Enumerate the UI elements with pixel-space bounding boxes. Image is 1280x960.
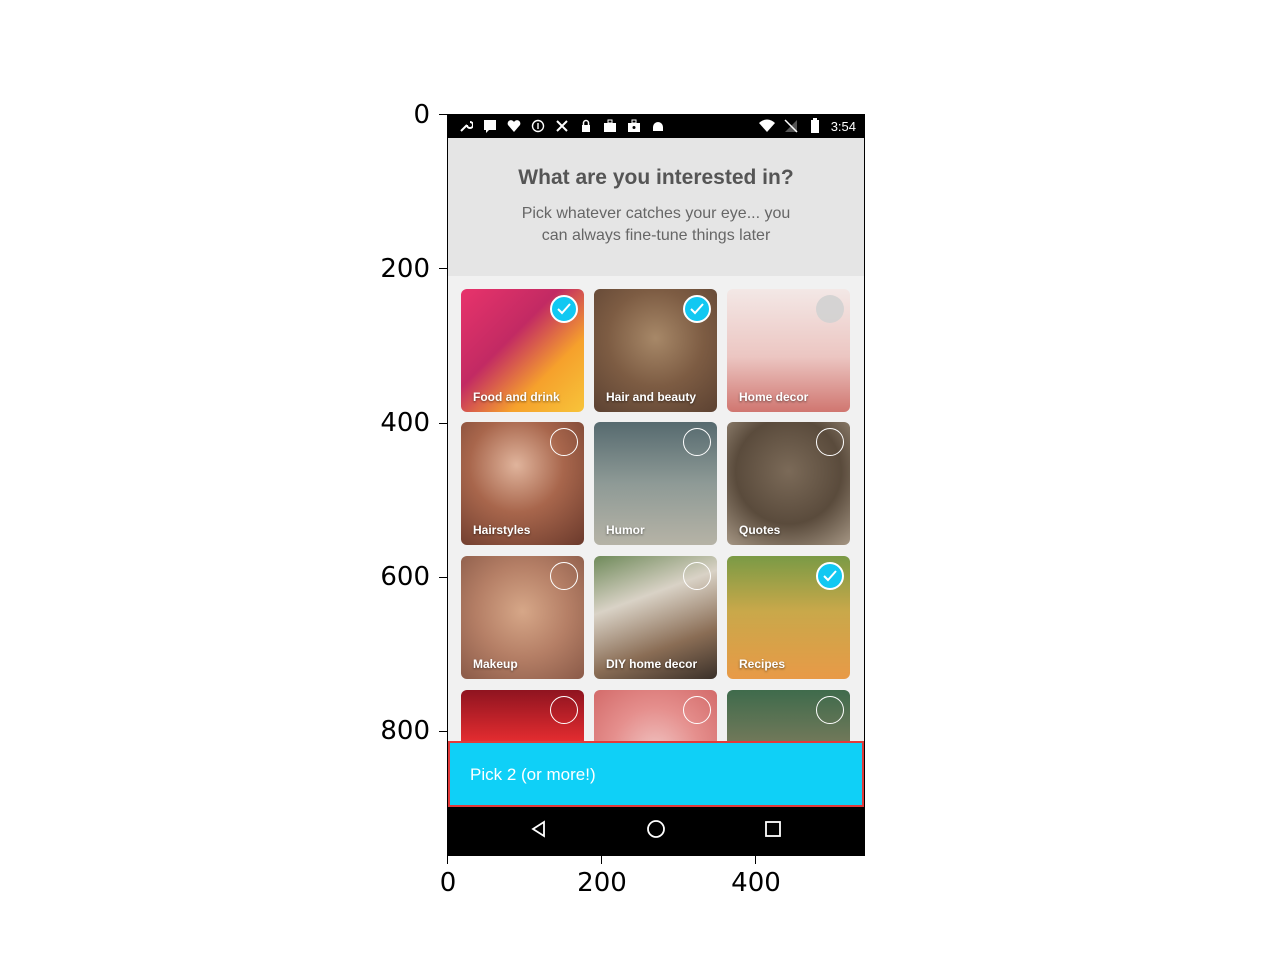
y-tick-label: 600 <box>380 562 430 592</box>
x-axis-tick-200 <box>601 856 602 864</box>
y-tick-label: 200 <box>380 254 430 284</box>
y-tick-label: 800 <box>380 716 430 746</box>
x-axis-tick-0 <box>447 856 448 864</box>
y-tick-label: 400 <box>380 408 430 438</box>
y-tick-label: 0 <box>413 100 430 130</box>
x-tick-label: 400 <box>731 868 781 898</box>
y-axis-tick-600 <box>439 577 447 578</box>
y-axis-tick-200 <box>439 268 447 269</box>
x-axis-tick-400 <box>755 856 756 864</box>
plot-frame <box>447 114 865 856</box>
y-axis-tick-400 <box>439 423 447 424</box>
x-tick-label: 0 <box>439 868 457 898</box>
y-axis-tick-800 <box>439 731 447 732</box>
y-axis-tick-0 <box>439 114 447 115</box>
x-tick-label: 200 <box>577 868 627 898</box>
